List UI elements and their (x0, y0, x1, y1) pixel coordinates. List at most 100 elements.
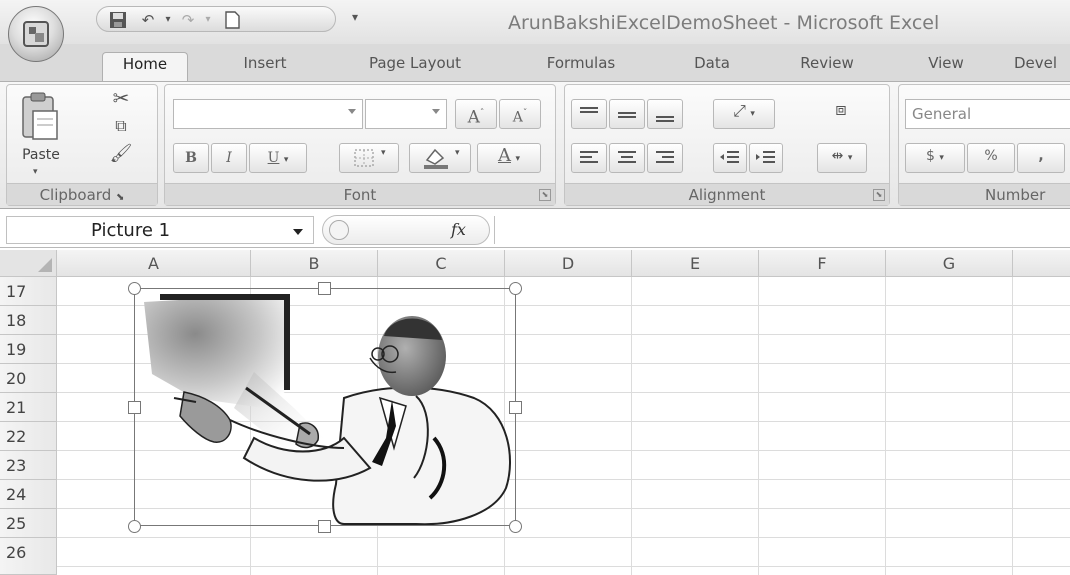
undo-dropdown-icon[interactable]: ▾ (159, 11, 177, 29)
column-header-c[interactable]: C (378, 250, 505, 277)
tab-view[interactable]: View (906, 52, 986, 82)
row-header-18[interactable]: 18 (0, 306, 57, 335)
formula-input[interactable] (494, 216, 1070, 244)
percent-button[interactable]: % (967, 143, 1015, 173)
align-left-button[interactable] (571, 143, 607, 173)
save-icon[interactable] (109, 11, 127, 29)
increase-indent-button[interactable] (749, 143, 783, 173)
undo-icon[interactable]: ↶ (139, 11, 157, 29)
middle-align-icon (618, 112, 636, 118)
paste-button[interactable]: Paste ▾ (15, 91, 65, 177)
office-button[interactable] (8, 6, 64, 62)
row-header-25[interactable]: 25 (0, 509, 57, 538)
redo-icon[interactable]: ↷ (179, 11, 197, 29)
resize-handle-bottom[interactable] (318, 520, 331, 533)
grow-font-button[interactable]: Aˆ (455, 99, 497, 129)
tab-formulas[interactable]: Formulas (526, 52, 636, 82)
increase-indent-icon (756, 151, 775, 163)
fill-color-dropdown-icon: ▾ (454, 148, 460, 158)
row-header-20[interactable]: 20 (0, 364, 57, 393)
row-header-26[interactable]: 26 (0, 538, 57, 575)
copy-icon[interactable]: ⧉ (109, 117, 133, 135)
name-box[interactable]: Picture 1 (6, 216, 314, 244)
row-header-23[interactable]: 23 (0, 451, 57, 480)
row-header-22[interactable]: 22 (0, 422, 57, 451)
paste-icon (22, 92, 58, 140)
resize-handle-top-left[interactable] (128, 282, 141, 295)
tab-review[interactable]: Review (782, 52, 872, 82)
decrease-indent-icon (720, 151, 739, 163)
resize-handle-bottom-left[interactable] (128, 520, 141, 533)
insert-function-bar: fx (322, 215, 490, 245)
comma-button[interactable]: , (1017, 143, 1065, 173)
resize-handle-top[interactable] (318, 282, 331, 295)
quick-access-toolbar: ↶ ▾ ↷ ▾ (96, 6, 336, 32)
customize-qat-icon[interactable]: ▾ (346, 8, 364, 26)
window-title: ArunBakshiExcelDemoSheet - Microsoft Exc… (508, 12, 940, 34)
column-header-a[interactable]: A (57, 250, 251, 277)
align-left-icon (580, 151, 598, 163)
name-box-dropdown-icon[interactable] (293, 229, 303, 235)
alignment-launcher-icon[interactable]: ⬊ (873, 189, 885, 201)
column-header-d[interactable]: D (505, 250, 632, 277)
resize-handle-left[interactable] (128, 401, 141, 414)
format-painter-icon[interactable]: 🖌 (109, 145, 133, 163)
formula-bar-handle-icon[interactable] (329, 220, 349, 240)
clipboard-group-label: Clipboard ⬊ (7, 183, 157, 205)
font-color-button[interactable]: A ▾ (477, 143, 541, 173)
tab-developer[interactable]: Devel (1014, 52, 1070, 82)
underline-button[interactable]: U ▾ (249, 143, 307, 173)
cut-icon[interactable]: ✂ (109, 88, 133, 108)
alignment-group-label: Alignment (565, 183, 889, 205)
column-header-e[interactable]: E (632, 250, 759, 277)
number-format-dropdown[interactable]: General (905, 99, 1070, 129)
font-name-dropdown[interactable] (173, 99, 363, 129)
column-header-f[interactable]: F (759, 250, 886, 277)
resize-handle-bottom-right[interactable] (509, 520, 522, 533)
clipboard-launcher-icon[interactable]: ⬊ (116, 192, 124, 203)
select-all-button[interactable] (0, 250, 57, 277)
bottom-align-button[interactable] (647, 99, 683, 129)
merge-center-button[interactable]: ⇹ ▾ (817, 143, 867, 173)
borders-icon (354, 149, 373, 167)
bold-button[interactable]: B (173, 143, 209, 173)
row-header-24[interactable]: 24 (0, 480, 57, 509)
row-header-21[interactable]: 21 (0, 393, 57, 422)
column-header-g[interactable]: G (886, 250, 1013, 277)
column-header-h[interactable] (1013, 250, 1070, 277)
wrap-text-icon[interactable]: ⧈ (827, 101, 855, 119)
paste-dropdown-icon[interactable]: ▾ (33, 163, 38, 181)
align-right-button[interactable] (647, 143, 683, 173)
orientation-button[interactable]: ⤢ ▾ (713, 99, 775, 129)
insert-function-icon[interactable]: fx (451, 220, 466, 239)
font-color-icon: A (498, 145, 511, 166)
paste-label: Paste (22, 147, 60, 163)
new-document-icon[interactable] (223, 11, 241, 29)
currency-button[interactable]: $ ▾ (905, 143, 965, 173)
grid-line (57, 537, 1070, 538)
column-header-b[interactable]: B (251, 250, 378, 277)
row-header-17[interactable]: 17 (0, 277, 57, 306)
resize-handle-right[interactable] (509, 401, 522, 414)
tab-home[interactable]: Home (102, 52, 188, 82)
font-size-dropdown[interactable] (365, 99, 447, 129)
decrease-indent-button[interactable] (713, 143, 747, 173)
tab-page-layout[interactable]: Page Layout (344, 52, 486, 82)
align-center-button[interactable] (609, 143, 645, 173)
grid-line (758, 277, 759, 575)
borders-button[interactable]: ▾ (339, 143, 399, 173)
ribbon-tabs: Home Insert Page Layout Formulas Data Re… (0, 44, 1070, 82)
shrink-font-button[interactable]: Aˇ (499, 99, 541, 129)
tab-data[interactable]: Data (672, 52, 752, 82)
fill-color-button[interactable]: ▾ (409, 143, 471, 173)
row-header-19[interactable]: 19 (0, 335, 57, 364)
font-launcher-icon[interactable]: ⬊ (539, 189, 551, 201)
grid-line (885, 277, 886, 575)
resize-handle-top-right[interactable] (509, 282, 522, 295)
tab-insert[interactable]: Insert (220, 52, 310, 82)
top-align-button[interactable] (571, 99, 607, 129)
middle-align-button[interactable] (609, 99, 645, 129)
italic-button[interactable]: I (211, 143, 247, 173)
redo-dropdown-icon[interactable]: ▾ (199, 11, 217, 29)
clipboard-group: Paste ▾ ✂ ⧉ 🖌 Clipboard ⬊ (6, 84, 158, 206)
